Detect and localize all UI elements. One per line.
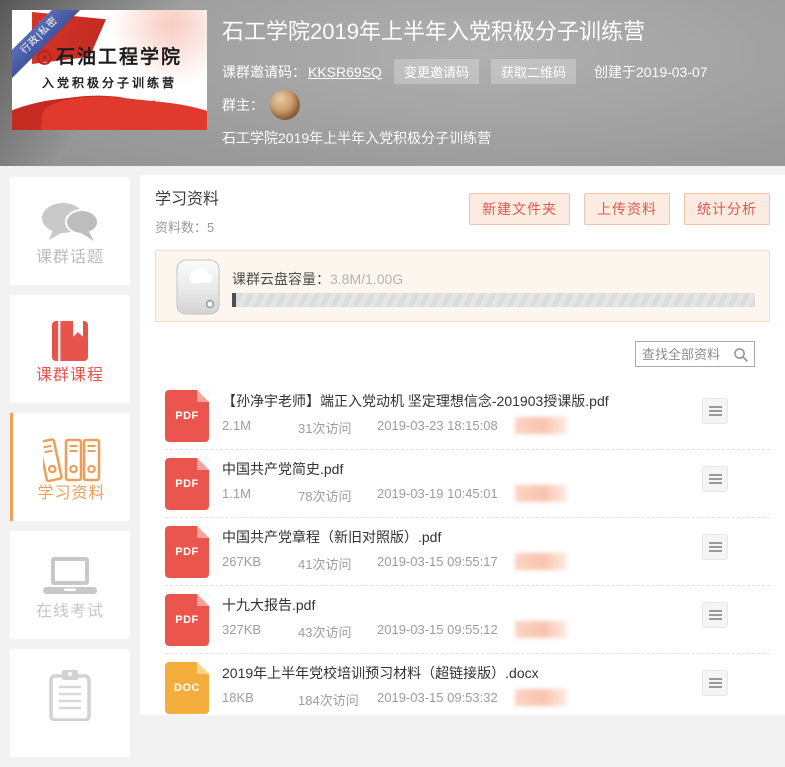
uploader-name-redacted (515, 417, 567, 434)
sidebar-item-topics[interactable]: 课群话题 (10, 177, 130, 285)
upload-material-button[interactable]: 上传资料 (584, 193, 670, 225)
file-size: 2.1M (222, 418, 251, 433)
sidebar-item-label: 课群课程 (10, 361, 130, 385)
search-icon[interactable] (733, 347, 749, 368)
cloud-drive-icon (174, 258, 222, 321)
course-group-header: ★ 行政|私密 石油工程学院 入党积极分子训练营 2019年上半年 石工学院20… (0, 0, 785, 166)
statistics-button[interactable]: 统计分析 (684, 193, 770, 225)
book-icon (10, 317, 130, 365)
banner-college-name: 石油工程学院 (12, 42, 207, 69)
file-name[interactable]: 【孙净宇老师】端正入党动机 坚定理想信念-201903授课版.pdf (222, 391, 660, 411)
file-upload-time: 2019-03-19 10:45:01 (377, 486, 498, 501)
invite-code-label: 课群邀请码： (222, 62, 306, 82)
file-size: 267KB (222, 554, 261, 569)
file-visits: 43次访问 (298, 622, 351, 641)
file-menu-button[interactable] (702, 534, 728, 560)
file-visits: 31次访问 (298, 418, 351, 437)
created-date: 创建于2019-03-07 (594, 62, 708, 82)
file-size: 1.1M (222, 486, 251, 501)
sidebar-item-label: 课群话题 (10, 243, 130, 267)
clipboard-icon (10, 671, 130, 719)
sidebar-item-label: 学习资料 (13, 479, 130, 503)
pdf-file-icon: PDF (165, 526, 209, 578)
storage-used (232, 293, 236, 307)
uploader-name-redacted (515, 689, 567, 706)
file-visits: 41次访问 (298, 554, 351, 573)
chat-bubbles-icon (10, 199, 130, 247)
college-seal-icon (37, 50, 52, 65)
file-menu-button[interactable] (702, 670, 728, 696)
search-box (635, 341, 755, 367)
file-name[interactable]: 中国共产党章程（新旧对照版）.pdf (222, 527, 660, 547)
file-upload-time: 2019-03-23 18:15:08 (377, 418, 498, 433)
storage-progress-bar (232, 293, 755, 307)
file-visits: 78次访问 (298, 486, 351, 505)
sidebar: 课群话题 课群课程 (10, 177, 130, 767)
file-name[interactable]: 中国共产党简史.pdf (222, 459, 660, 479)
file-list: PDF 【孙净宇老师】端正入党动机 坚定理想信念-201903授课版.pdf 2… (165, 382, 770, 722)
invite-code-link[interactable]: KKSR69SQ (308, 64, 382, 80)
banner-camp-name: 入党积极分子训练营 (12, 74, 207, 91)
sidebar-item-courses[interactable]: 课群课程 (10, 295, 130, 403)
storage-label: 课群云盘容量： (232, 271, 330, 287)
file-upload-time: 2019-03-15 09:55:12 (377, 622, 498, 637)
owner-avatar[interactable] (270, 90, 300, 120)
file-row: DOC 2019年上半年党校培训预习材料（超链接版）.docx 18KB 184… (165, 654, 770, 722)
cloud-storage-box: 课群云盘容量：3.8M/1.00G (155, 250, 770, 322)
binders-icon (13, 435, 130, 483)
new-folder-button[interactable]: 新建文件夹 (469, 193, 570, 225)
banner-wave-decoration (38, 90, 207, 130)
file-name[interactable]: 十九大报告.pdf (222, 595, 660, 615)
file-menu-button[interactable] (702, 466, 728, 492)
file-row: PDF 十九大报告.pdf 327KB 43次访问 2019-03-15 09:… (165, 586, 770, 654)
doc-file-icon: DOC (165, 662, 209, 714)
file-size: 327KB (222, 622, 261, 637)
page-title: 石工学院2019年上半年入党积极分子训练营 (222, 14, 645, 46)
owner-label: 群主： (222, 95, 264, 115)
file-upload-time: 2019-03-15 09:53:32 (377, 690, 498, 705)
pdf-file-icon: PDF (165, 458, 209, 510)
file-visits: 184次访问 (298, 690, 359, 709)
uploader-name-redacted (515, 553, 567, 570)
file-menu-button[interactable] (702, 398, 728, 424)
change-invite-code-button[interactable]: 变更邀请码 (394, 59, 479, 84)
sidebar-item-exams[interactable]: 在线考试 (10, 531, 130, 639)
storage-value: 3.8M/1.00G (330, 271, 403, 287)
file-menu-button[interactable] (702, 602, 728, 628)
laptop-icon (10, 553, 130, 601)
file-row: PDF 中国共产党章程（新旧对照版）.pdf 267KB 41次访问 2019-… (165, 518, 770, 586)
file-row: PDF 中国共产党简史.pdf 1.1M 78次访问 2019-03-19 10… (165, 450, 770, 518)
pdf-file-icon: PDF (165, 390, 209, 442)
sidebar-item-materials[interactable]: 学习资料 (10, 413, 130, 521)
file-row: PDF 【孙净宇老师】端正入党动机 坚定理想信念-201903授课版.pdf 2… (165, 382, 770, 450)
sidebar-item-homework[interactable] (10, 649, 130, 757)
course-subtitle: 石工学院2019年上半年入党积极分子训练营 (222, 128, 491, 148)
course-banner[interactable]: ★ 行政|私密 石油工程学院 入党积极分子训练营 2019年上半年 (12, 10, 207, 130)
pdf-file-icon: PDF (165, 594, 209, 646)
sidebar-item-label: 在线考试 (10, 597, 130, 621)
get-qrcode-button[interactable]: 获取二维码 (491, 59, 576, 84)
file-upload-time: 2019-03-15 09:55:17 (377, 554, 498, 569)
file-name[interactable]: 2019年上半年党校培训预习材料（超链接版）.docx (222, 663, 660, 683)
uploader-name-redacted (515, 485, 567, 502)
file-size: 18KB (222, 690, 254, 705)
uploader-name-redacted (515, 621, 567, 638)
materials-panel: 学习资料 资料数：5 新建文件夹 上传资料 统计分析 课群云盘容量：3.8M/1… (140, 175, 785, 715)
